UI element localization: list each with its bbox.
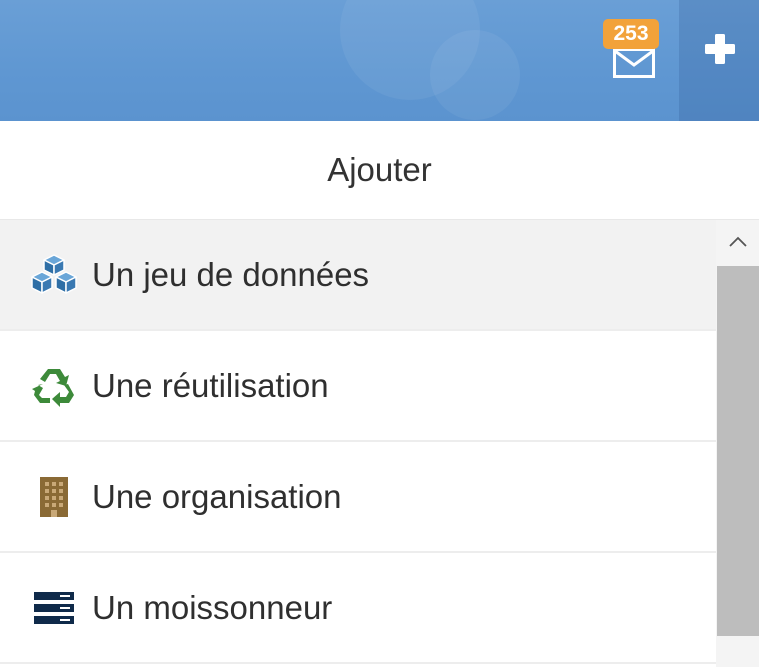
add-menu-button[interactable] [679,0,759,121]
menu-item-label: Un jeu de données [92,255,370,293]
menu-item-reuse[interactable]: Une réutilisation [0,331,716,442]
notifications-button[interactable]: 253 [596,8,672,108]
server-icon [28,586,80,630]
menu-item-label: Une réutilisation [92,366,329,404]
top-navbar: 253 [0,0,759,121]
menu-item-label: Une organisation [92,477,342,515]
scroll-up-button[interactable] [716,220,759,264]
cubes-icon [28,253,80,297]
dropdown-list: Un jeu de données Une réutilisation Une … [0,220,716,667]
dropdown-scrollbar[interactable] [716,220,759,667]
envelope-icon [613,48,655,78]
menu-item-label: Un moissonneur [92,588,333,626]
menu-item-organization[interactable]: Une organisation [0,442,716,553]
scrollbar-thumb[interactable] [717,266,759,636]
dropdown-title: Ajouter [0,121,759,220]
building-icon [28,475,80,519]
chevron-up-icon [728,236,747,247]
background-decoration [430,30,520,120]
notification-count-badge: 253 [603,19,659,49]
menu-item-dataset[interactable]: Un jeu de données [0,220,716,331]
recycle-icon [28,364,80,408]
add-dropdown-menu: Ajouter Un jeu de données Une réutilisat… [0,121,759,667]
menu-item-harvester[interactable]: Un moissonneur [0,553,716,664]
plus-icon [705,34,735,64]
